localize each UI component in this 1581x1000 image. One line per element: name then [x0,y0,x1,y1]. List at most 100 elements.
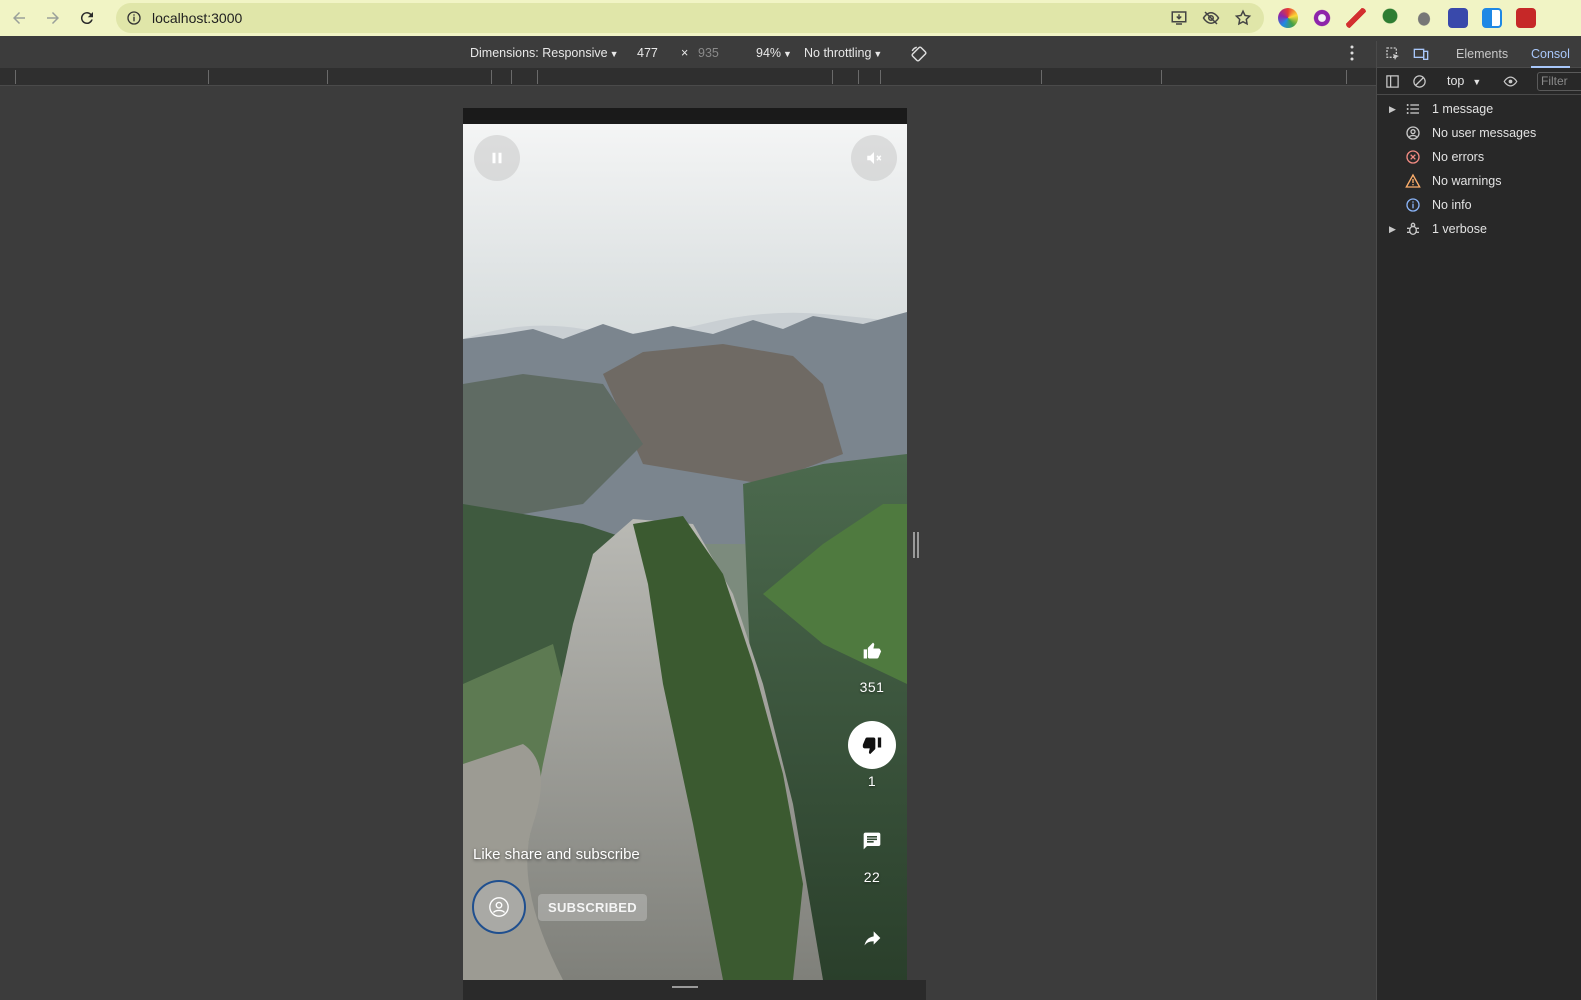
reload-icon [80,12,93,25]
video-caption: Like share and subscribe [473,846,640,863]
video-actions: 351 1 22 [837,124,907,980]
device-frame-top [463,108,907,124]
forward-arrow-icon [47,12,59,24]
caret-down-icon: ▼ [1472,77,1482,87]
reload-button[interactable] [72,3,102,33]
user-circle-icon [1406,126,1420,140]
console-sidebar: ▶ 1 message No user messages No errors N… [1377,97,1581,241]
caret-down-icon: ▼ [873,49,883,59]
like-button[interactable] [848,627,896,675]
share-action [847,914,897,962]
thumbs-up-icon [863,642,882,659]
warning-icon [1405,173,1421,188]
context-label: top [1447,74,1465,88]
device-toggle-icon[interactable] [1413,46,1429,62]
height-input[interactable]: 935 [698,46,719,60]
console-toolbar: top ▼ Filter [1377,68,1581,95]
device-frame-bottom [463,980,926,1000]
bug-icon [1407,222,1419,235]
clear-console-icon[interactable] [1412,74,1427,89]
like-count: 351 [859,679,885,695]
expand-triangle-icon[interactable]: ▶ [1389,104,1396,115]
dislike-count: 1 [867,773,877,789]
copy-extension-icon[interactable] [1482,8,1502,28]
comment-icon [863,832,881,850]
width-input[interactable]: 477 [637,46,658,60]
caret-down-icon: ▼ [783,49,792,59]
address-bar[interactable]: localhost:3000 [116,3,1264,33]
eye-off-icon[interactable] [1202,9,1220,27]
dislike-button[interactable] [848,721,896,769]
sidebar-item-label: No user messages [1432,126,1537,140]
browser-toolbar: localhost:3000 [0,0,1581,36]
bracket-extension-icon[interactable] [1448,8,1468,28]
back-button[interactable] [4,3,34,33]
share-button[interactable] [848,914,896,962]
share-icon [864,931,881,946]
sidebar-item-warnings[interactable]: No warnings [1377,169,1581,193]
pen-extension-icon[interactable] [1346,8,1366,28]
zoom-label: 94% [756,46,782,60]
zoom-dropdown[interactable]: 94% ▼ [756,46,792,60]
pause-button[interactable] [474,135,520,181]
more-options-icon[interactable] [1350,45,1354,61]
extensions-bar [1278,3,1536,33]
channel-avatar[interactable] [472,880,526,934]
comment-button[interactable] [848,817,896,865]
back-arrow-icon [13,12,25,24]
sidebar-item-user-messages[interactable]: No user messages [1377,121,1581,145]
thumbs-down-icon [862,737,882,755]
dimension-times: × [681,46,689,60]
context-selector[interactable]: top ▼ [1447,74,1481,88]
account-circle-icon [489,897,509,917]
video-viewport[interactable]: 351 1 22 Like share and subscribe SUBSCR… [463,124,907,980]
tree-extension-icon[interactable] [1380,8,1400,28]
sidebar-toggle-icon[interactable] [1385,74,1400,89]
color-picker-extension-icon[interactable] [1278,8,1298,28]
install-app-icon[interactable] [1170,9,1188,27]
puzzle-extension-icon[interactable] [1516,8,1536,28]
resize-handle-bottom[interactable] [672,986,698,988]
media-query-ruler[interactable] [0,68,1376,86]
dimensions-label: Dimensions: Responsive [470,46,608,60]
sidebar-item-info[interactable]: No info [1377,193,1581,217]
devtools-tabbar: Elements Consol [1377,41,1581,68]
devtools-panel: Elements Consol top ▼ Filter ▶ 1 message … [1376,41,1581,1000]
device-toolbar: Dimensions: Responsive ▼ 477 × 935 94% ▼ N… [0,41,1376,67]
rotate-icon[interactable] [910,45,928,63]
flower-extension-icon[interactable] [1312,8,1332,28]
subscribe-button[interactable]: SUBSCRIBED [538,893,647,921]
expand-triangle-icon[interactable]: ▶ [1389,224,1396,235]
error-icon [1406,150,1420,164]
dimensions-dropdown[interactable]: Dimensions: Responsive ▼ [470,46,618,60]
bug-extension-icon[interactable] [1414,8,1434,28]
url-text: localhost:3000 [152,10,243,26]
sidebar-item-label: No warnings [1432,174,1502,188]
tab-elements[interactable]: Elements [1456,47,1508,61]
bookmark-star-icon[interactable] [1234,9,1252,27]
info-icon [1406,198,1420,212]
list-icon [1406,104,1419,114]
live-expression-eye-icon[interactable] [1503,74,1518,89]
sidebar-item-label: 1 verbose [1432,222,1487,236]
pause-icon [492,152,502,164]
resize-handle-right[interactable] [913,532,919,558]
comment-action: 22 [847,817,897,885]
inspect-element-icon[interactable] [1385,46,1401,62]
sidebar-item-messages[interactable]: ▶ 1 message [1377,97,1581,121]
site-info-icon[interactable] [126,10,142,26]
sidebar-item-label: No errors [1432,150,1485,164]
caret-down-icon: ▼ [609,49,619,59]
console-filter-input[interactable]: Filter [1537,72,1581,91]
throttling-dropdown[interactable]: No throttling ▼ [804,46,882,60]
dislike-action: 1 [847,721,897,789]
like-action: 351 [847,627,897,695]
sidebar-item-label: No info [1432,198,1472,212]
channel-info: SUBSCRIBED [472,880,647,934]
tab-console[interactable]: Consol [1531,47,1570,68]
sidebar-item-verbose[interactable]: ▶ 1 verbose [1377,217,1581,241]
forward-button[interactable] [38,3,68,33]
comment-count: 22 [863,869,881,885]
sidebar-item-errors[interactable]: No errors [1377,145,1581,169]
sidebar-item-label: 1 message [1432,102,1494,116]
